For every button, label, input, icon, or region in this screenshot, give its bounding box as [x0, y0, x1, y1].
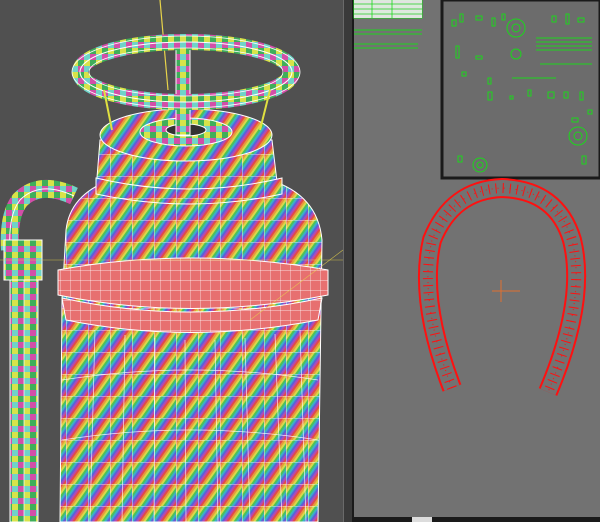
- viewport-3d-canvas[interactable]: [0, 0, 343, 522]
- extinguisher-body: [59, 179, 323, 522]
- uv-canvas[interactable]: [352, 0, 600, 522]
- selected-uv-island: [417, 177, 587, 396]
- viewport-perspective[interactable]: [0, 0, 343, 522]
- selected-band-ring: [57, 257, 329, 309]
- uv-pivot-crosshair: [492, 280, 520, 302]
- uv-tile-frame: [440, 0, 600, 180]
- viewport-uv-editor[interactable]: [352, 0, 600, 522]
- valve-stem: [175, 39, 191, 136]
